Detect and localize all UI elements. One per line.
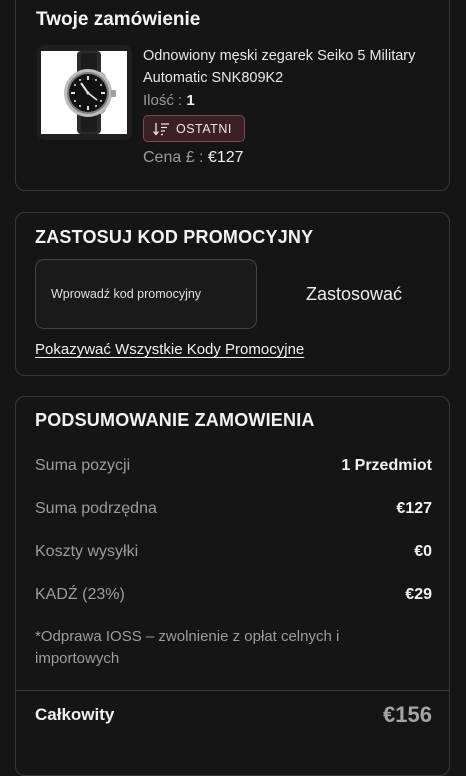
summary-row-label: KADŹ (23%)	[35, 586, 125, 603]
order-card: Twoje zamówienie Odnowiony męski zegarek…	[15, 0, 450, 191]
summary-row-label: Koszty wysyłki	[35, 543, 139, 560]
summary-row-shipping: Koszty wysyłki €0	[35, 543, 432, 561]
promo-code-card: ZASTOSUJ KOD PROMOCYJNY Zastosować Pokaz…	[15, 212, 450, 376]
quantity: Ilość : 1	[143, 92, 195, 109]
total-value: €156	[383, 702, 432, 727]
show-all-promo-codes-link[interactable]: Pokazywać Wszystkie Kody Promocyjne	[35, 341, 304, 358]
order-title: Twoje zamówienie	[36, 9, 201, 30]
summary-row-value: €127	[396, 500, 432, 517]
price: Cena £ : €127	[143, 149, 244, 167]
sort-descending-icon	[153, 122, 169, 136]
ioss-note: *Odprawa IOSS – zwolnienie z opłat celny…	[35, 628, 340, 667]
order-summary-card: PODSUMOWANIE ZAMOWIENIA Suma pozycji 1 P…	[15, 396, 450, 776]
summary-row-value: €0	[414, 543, 432, 560]
divider	[16, 690, 449, 691]
last-item-badge: OSTATNI	[143, 115, 245, 142]
summary-row-subtotal: Suma podrzędna €127	[35, 500, 432, 518]
price-label: Cena £ :	[143, 149, 204, 166]
last-item-badge-label: OSTATNI	[176, 121, 232, 136]
summary-row-items: Suma pozycji 1 Przedmiot	[35, 457, 432, 475]
summary-row-vat: KADŹ (23%) €29	[35, 586, 432, 604]
wristwatch-icon	[64, 51, 116, 134]
product-name[interactable]: Odnowiony męski zegarek Seiko 5 Military…	[143, 45, 433, 89]
product-image[interactable]	[37, 45, 132, 140]
summary-title: PODSUMOWANIE ZAMOWIENIA	[35, 410, 315, 430]
quantity-value: 1	[186, 92, 195, 109]
summary-row-value: 1 Przedmiot	[341, 457, 432, 474]
promo-title: ZASTOSUJ KOD PROMOCYJNY	[35, 227, 314, 247]
summary-row-label: Suma pozycji	[35, 457, 131, 474]
price-value: €127	[207, 149, 244, 166]
total-label: Całkowity	[35, 705, 115, 724]
apply-promo-button[interactable]: Zastosować	[274, 259, 434, 329]
summary-row-label: Suma podrzędna	[35, 500, 157, 517]
order-total: Całkowity €156	[35, 702, 432, 728]
summary-row-value: €29	[405, 586, 432, 603]
quantity-label: Ilość :	[143, 92, 183, 109]
promo-code-input[interactable]	[35, 259, 257, 329]
